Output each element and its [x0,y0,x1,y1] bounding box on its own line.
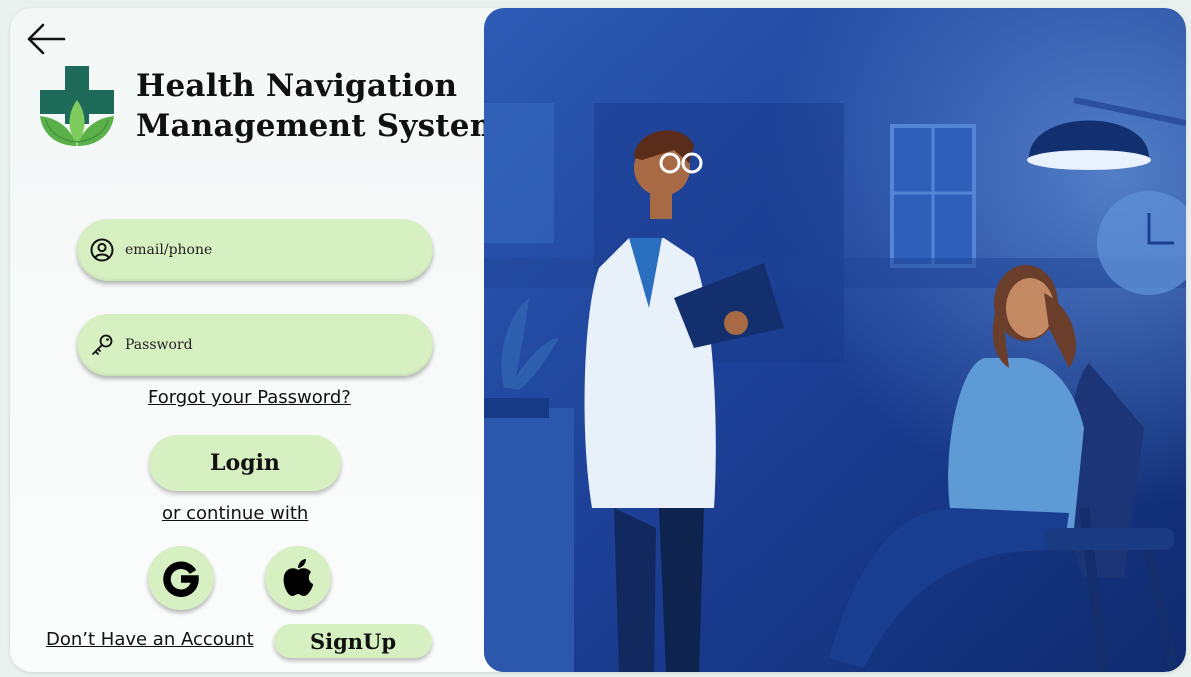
login-button[interactable]: Login [149,435,341,491]
login-card: Health Navigation Management System Forg… [10,8,1186,672]
email-field[interactable] [77,219,433,281]
key-icon [92,334,113,355]
password-field[interactable] [77,314,433,376]
app-title: Health Navigation Management System [136,66,503,146]
apple-icon [283,559,313,596]
doctor-consultation-illustration [484,8,1186,672]
arrow-left-icon[interactable] [24,22,66,56]
password-input[interactable] [125,337,415,353]
email-input[interactable] [125,242,415,258]
forgot-password-link[interactable]: Forgot your Password? [148,387,351,408]
no-account-link[interactable]: Don’t Have an Account [46,629,254,650]
signup-button[interactable]: SignUp [274,624,432,658]
app-title-line1: Health Navigation [136,68,458,104]
google-login-button[interactable] [148,546,214,610]
apple-login-button[interactable] [265,546,331,610]
user-circle-icon [90,238,114,262]
app-title-line2: Management System [136,108,503,144]
login-panel: Health Navigation Management System Forg… [10,8,503,672]
medical-cross-leaf-logo [40,66,114,146]
google-icon [163,561,199,597]
continue-with-link[interactable]: or continue with [162,503,308,524]
